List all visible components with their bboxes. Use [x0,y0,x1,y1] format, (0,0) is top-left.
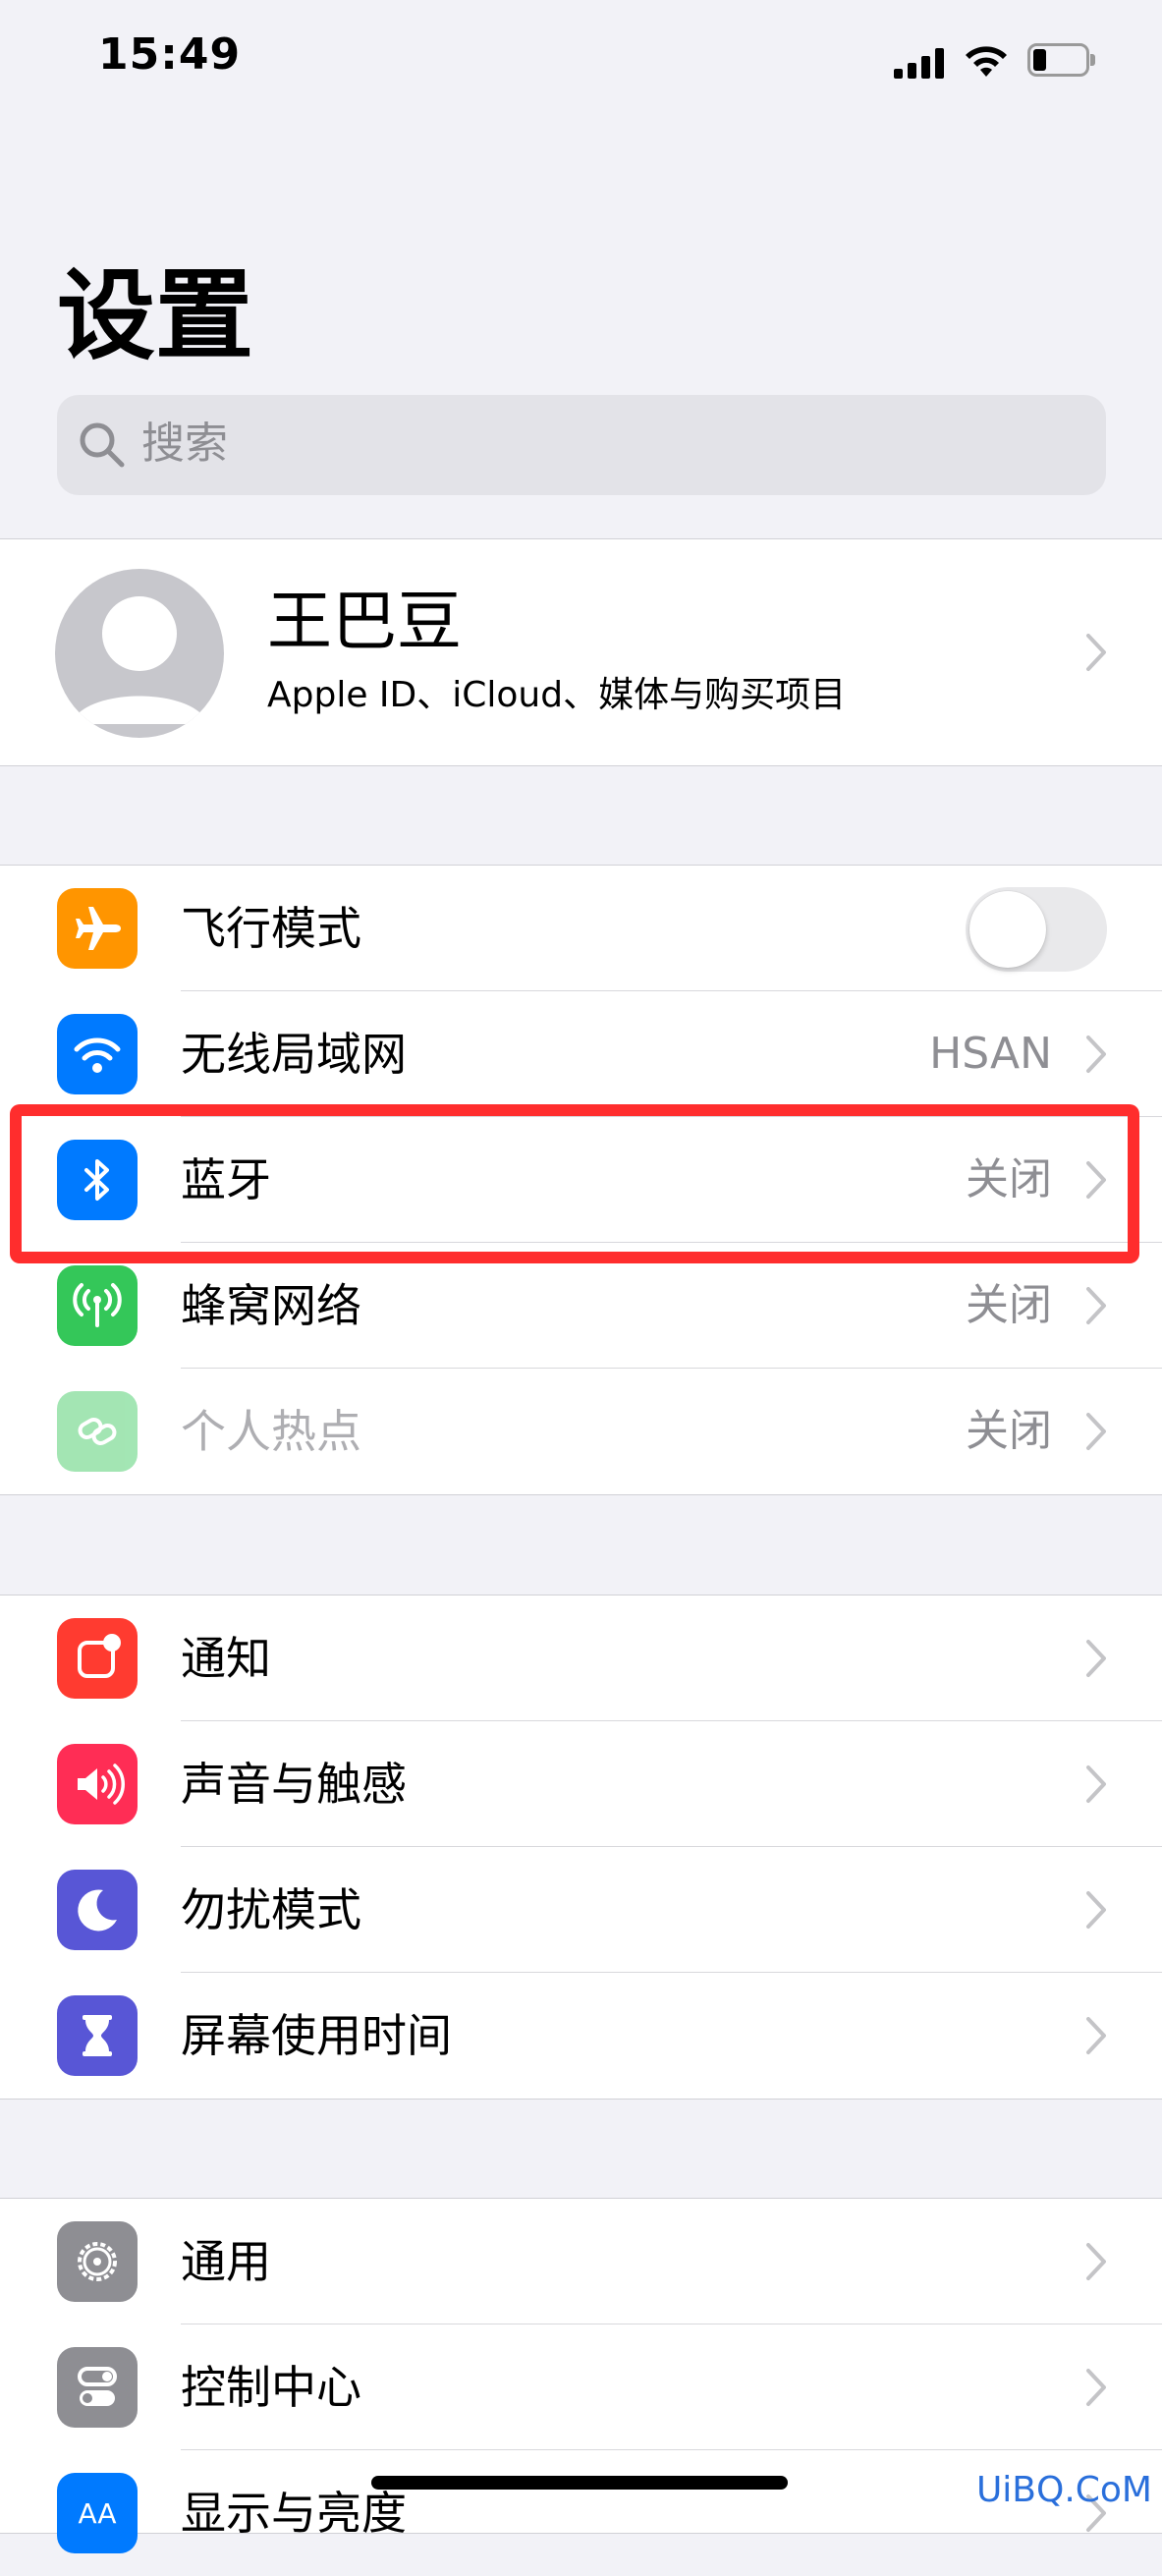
watermark-text: UiBQ.CoM [975,2470,1152,2510]
row-label: 显示与亮度 [181,2487,407,2540]
row-screen-time[interactable]: 屏幕使用时间 [0,1973,1162,2099]
chevron-right-icon [1086,1765,1106,1803]
row-label: 无线局域网 [181,1028,407,1081]
display-icon: AA [57,2473,138,2553]
row-label: 通用 [181,2235,271,2288]
airplane-mode-toggle[interactable] [966,887,1107,972]
airplane-icon [57,888,138,969]
wifi-icon [57,1014,138,1094]
page-title: 设置 [57,258,253,373]
notifications-group: 通知 声音与触感 勿扰模式 屏幕使用时间 [0,1595,1162,2100]
cellular-icon [57,1265,138,1346]
search-input[interactable]: 搜索 [57,395,1106,495]
avatar [55,569,224,738]
battery-icon [1027,43,1095,77]
toggle-knob [969,891,1046,968]
row-label: 飞行模式 [181,902,361,955]
row-airplane-mode: 飞行模式 [0,866,1162,991]
highlight-box [10,1104,1139,1263]
wifi-status-icon [966,46,1007,77]
row-general[interactable]: 通用 [0,2199,1162,2324]
home-indicator[interactable] [371,2476,788,2490]
row-value: HSAN [929,1029,1052,1079]
row-control-center[interactable]: 控制中心 [0,2324,1162,2450]
row-label: 控制中心 [181,2361,361,2414]
chevron-right-icon [1086,2369,1106,2406]
profile-name: 王巴豆 [267,584,462,659]
row-label: 声音与触感 [181,1758,407,1811]
chevron-right-icon [1086,1287,1106,1324]
row-notifications[interactable]: 通知 [0,1596,1162,1721]
row-wifi[interactable]: 无线局域网 HSAN [0,991,1162,1117]
chevron-right-icon [1086,1036,1106,1073]
profile-subtitle: Apple ID、iCloud、媒体与购买项目 [267,675,847,715]
row-value: 关闭 [966,1280,1052,1330]
row-label: 勿扰模式 [181,1883,361,1936]
cellular-signal-icon [894,47,947,79]
profile-cell[interactable]: 王巴豆 Apple ID、iCloud、媒体与购买项目 [0,538,1162,766]
hotspot-icon [57,1391,138,1472]
chevron-right-icon [1086,2017,1106,2054]
sound-icon [57,1744,138,1824]
row-label: 个人热点 [181,1405,361,1458]
moon-icon [57,1870,138,1950]
status-time: 15:49 [98,29,242,80]
gear-icon [57,2221,138,2302]
row-label: 屏幕使用时间 [181,2009,452,2062]
row-label: 通知 [181,1632,271,1685]
row-label: 蜂窝网络 [181,1279,361,1332]
hourglass-icon [57,1995,138,2076]
notifications-icon [57,1618,138,1699]
switches-icon [57,2347,138,2428]
row-sounds[interactable]: 声音与触感 [0,1721,1162,1847]
row-value: 关闭 [966,1406,1052,1456]
search-icon [80,422,125,468]
row-personal-hotspot[interactable]: 个人热点 关闭 [0,1369,1162,1494]
search-placeholder: 搜索 [141,419,228,469]
chevron-right-icon [1086,2243,1106,2280]
svg-text:AA: AA [78,2497,116,2530]
chevron-right-icon [1086,1891,1106,1929]
chevron-right-icon [1086,1413,1106,1450]
row-do-not-disturb[interactable]: 勿扰模式 [0,1847,1162,1973]
chevron-right-icon [1086,1640,1106,1677]
chevron-right-icon [1086,634,1106,671]
person-icon [71,596,208,724]
